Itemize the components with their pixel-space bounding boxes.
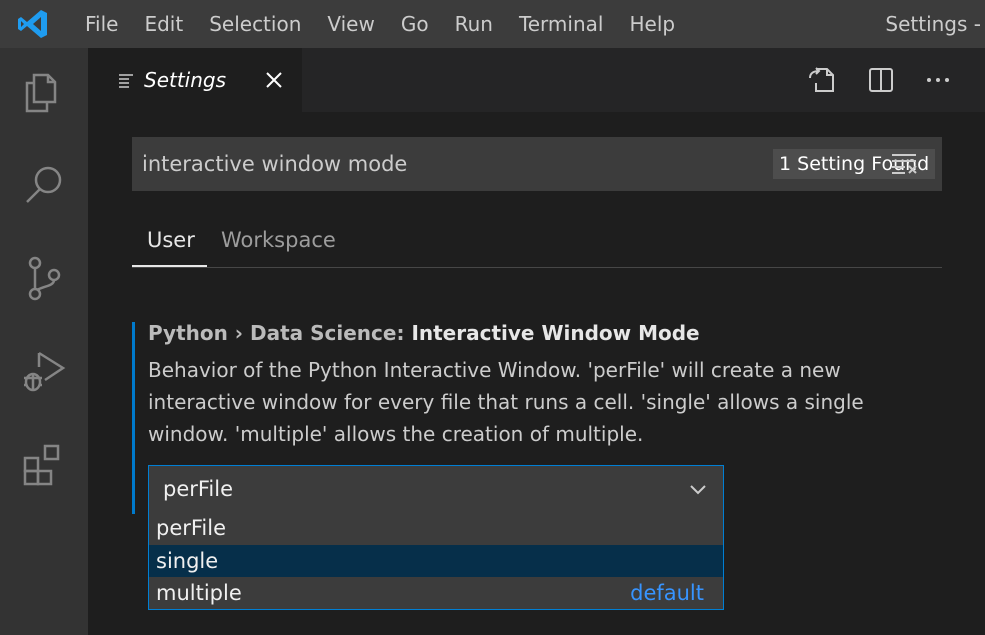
split-editor-button[interactable] — [865, 64, 897, 96]
settings-editor: interactive window mode 1 Setting Found … — [88, 112, 985, 635]
editor-tab-bar: Settings — [88, 48, 985, 112]
option-label: multiple — [156, 577, 242, 609]
vscode-logo-icon — [14, 5, 52, 43]
run-debug-icon[interactable] — [19, 345, 69, 395]
option-multiple[interactable]: multiple default — [149, 577, 723, 609]
menu-selection[interactable]: Selection — [196, 0, 314, 48]
title-bar: File Edit Selection View Go Run Terminal… — [0, 0, 985, 48]
option-label: perFile — [156, 512, 226, 544]
setting-key: Interactive Window Mode — [411, 321, 699, 345]
settings-search-box[interactable]: interactive window mode 1 Setting Found — [132, 137, 942, 191]
open-settings-json-button[interactable] — [806, 64, 838, 96]
menu-help[interactable]: Help — [616, 0, 688, 48]
setting-description: Behavior of the Python Interactive Windo… — [148, 354, 888, 450]
option-label: single — [156, 545, 218, 577]
window-title: Settings - — [885, 0, 981, 48]
tab-workspace[interactable]: Workspace — [221, 222, 336, 258]
setting-focus-indicator — [132, 322, 135, 514]
tab-settings[interactable]: Settings — [88, 48, 302, 112]
clear-filter-icon[interactable] — [890, 151, 920, 177]
menu-file[interactable]: File — [72, 0, 131, 48]
menu-terminal[interactable]: Terminal — [506, 0, 617, 48]
more-actions-button[interactable] — [922, 64, 954, 96]
extensions-icon[interactable] — [19, 438, 69, 488]
setting-category: Python › Data Science: — [148, 321, 411, 345]
tab-label: Settings — [144, 68, 226, 92]
menu-edit[interactable]: Edit — [131, 0, 196, 48]
menu-run[interactable]: Run — [442, 0, 506, 48]
setting-value-select[interactable]: perFile — [148, 465, 724, 513]
tab-user[interactable]: User — [147, 222, 195, 258]
ellipsis-icon — [924, 66, 952, 94]
chevron-down-icon — [689, 480, 707, 498]
files-icon[interactable] — [19, 68, 69, 118]
select-dropdown-list: perFile single multiple default — [148, 512, 724, 610]
option-single[interactable]: single — [149, 545, 723, 577]
option-default-tag: default — [630, 577, 704, 609]
select-current-value: perFile — [163, 466, 233, 512]
open-json-icon — [807, 65, 837, 95]
activity-bar — [0, 48, 88, 635]
source-control-icon[interactable] — [19, 253, 69, 303]
settings-file-icon — [118, 72, 134, 88]
active-tab-indicator — [132, 265, 207, 267]
search-input[interactable]: interactive window mode — [142, 137, 407, 191]
setting-title: Python › Data Science: Interactive Windo… — [148, 317, 700, 349]
search-icon[interactable] — [19, 160, 69, 210]
menu-view[interactable]: View — [314, 0, 387, 48]
split-editor-icon — [867, 66, 895, 94]
menu-go[interactable]: Go — [388, 0, 442, 48]
option-perfile[interactable]: perFile — [149, 512, 723, 544]
close-icon[interactable] — [262, 68, 286, 92]
scope-divider — [132, 267, 942, 268]
